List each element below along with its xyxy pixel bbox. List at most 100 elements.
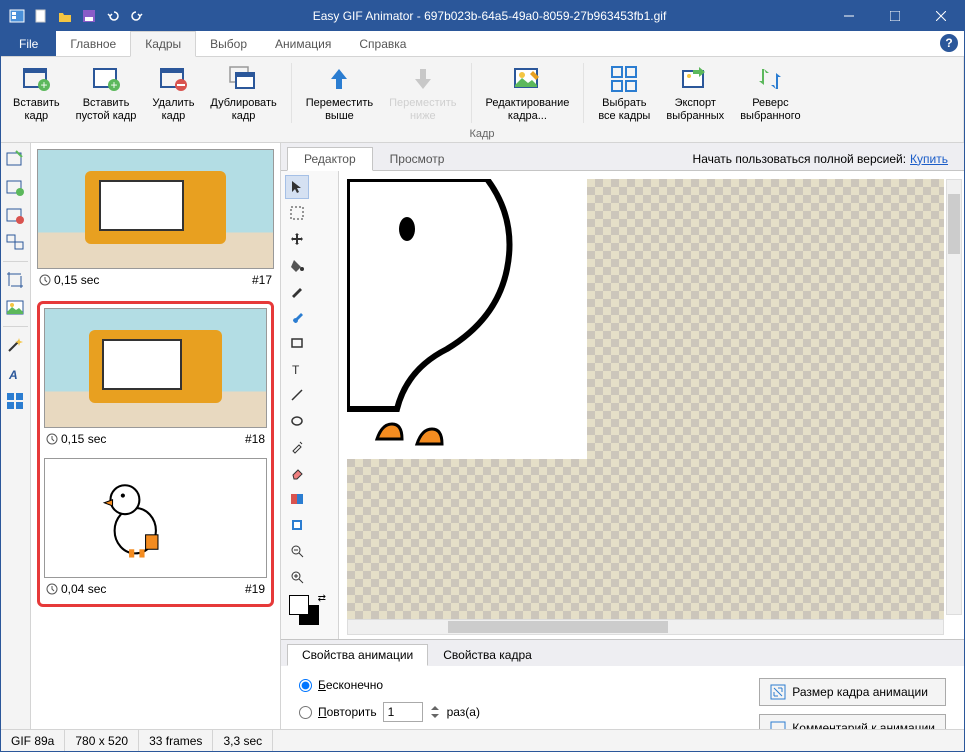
lt-text-icon[interactable]: A xyxy=(3,361,27,385)
reverse-icon xyxy=(754,63,786,95)
infinite-radio[interactable]: Бесконечно xyxy=(299,678,486,692)
lt-wizard-icon[interactable] xyxy=(3,147,27,171)
move-down-button[interactable]: Переместить ниже xyxy=(381,59,464,127)
insert-blank-frame-button[interactable]: + Вставить пустой кадр xyxy=(68,59,145,127)
infinite-radio-input[interactable] xyxy=(299,679,312,692)
clock-icon xyxy=(46,583,58,595)
lt-add-frame-icon[interactable] xyxy=(3,175,27,199)
ribbon-group-label: Кадр xyxy=(5,127,959,141)
reverse-selected-button[interactable]: Реверс выбранного xyxy=(732,59,808,127)
horizontal-scrollbar[interactable] xyxy=(347,619,944,635)
zoom-in-tool[interactable] xyxy=(285,565,309,589)
frame-index: #17 xyxy=(252,273,272,287)
ribbon-label: Дублировать кадр xyxy=(210,97,276,123)
canvas-content xyxy=(347,179,587,459)
comment-button[interactable]: Комментарий к анимации xyxy=(759,714,946,729)
pencil-tool[interactable] xyxy=(285,279,309,303)
move-down-icon xyxy=(407,63,439,95)
qat-undo-icon[interactable] xyxy=(103,6,123,26)
minimize-button[interactable] xyxy=(826,1,872,31)
svg-text:T: T xyxy=(292,363,300,376)
statusbar: GIF 89a 780 x 520 33 frames 3,3 sec xyxy=(1,729,964,751)
frame-item[interactable]: 0,15 sec #17 xyxy=(37,149,274,291)
qat-redo-icon[interactable] xyxy=(127,6,147,26)
export-selected-button[interactable]: Экспорт выбранных xyxy=(658,59,732,127)
move-tool[interactable] xyxy=(285,227,309,251)
frame-edit-icon xyxy=(511,63,543,95)
tab-animation[interactable]: Анимация xyxy=(261,31,345,56)
frame-insert-icon: + xyxy=(20,63,52,95)
pointer-tool[interactable] xyxy=(285,175,309,199)
lt-remove-frame-icon[interactable] xyxy=(3,203,27,227)
foreground-color[interactable] xyxy=(289,595,309,615)
frame-blank-icon: + xyxy=(90,63,122,95)
svg-text:A: A xyxy=(8,368,18,382)
tab-help[interactable]: Справка xyxy=(345,31,420,56)
frame-delete-icon xyxy=(157,63,189,95)
repeat-count-input[interactable]: 1 xyxy=(383,702,423,722)
tab-editor[interactable]: Редактор xyxy=(287,147,373,171)
effect1-tool[interactable] xyxy=(285,487,309,511)
brush-tool[interactable] xyxy=(285,305,309,329)
export-icon xyxy=(679,63,711,95)
qat-open-icon[interactable] xyxy=(55,6,75,26)
eyedropper-tool[interactable] xyxy=(285,435,309,459)
lt-grid-icon[interactable] xyxy=(3,389,27,413)
frames-panel[interactable]: 0,15 sec #17 0,15 sec #18 0,04 sec #19 xyxy=(31,143,281,729)
marquee-tool[interactable] xyxy=(285,201,309,225)
qat-app-icon[interactable] xyxy=(7,6,27,26)
rect-tool[interactable] xyxy=(285,331,309,355)
lt-frames-icon[interactable] xyxy=(3,231,27,255)
fill-tool[interactable] xyxy=(285,253,309,277)
help-icon[interactable]: ? xyxy=(940,34,958,52)
buy-link[interactable]: Купить xyxy=(910,152,948,166)
maximize-button[interactable] xyxy=(872,1,918,31)
canvas[interactable] xyxy=(339,171,964,639)
effect2-tool[interactable] xyxy=(285,513,309,537)
tab-main[interactable]: Главное xyxy=(56,31,130,56)
tab-selection[interactable]: Выбор xyxy=(196,31,261,56)
tab-frame-props[interactable]: Свойства кадра xyxy=(428,644,547,666)
vertical-scrollbar[interactable] xyxy=(946,179,962,615)
clock-icon xyxy=(39,274,51,286)
resize-icon xyxy=(770,684,786,700)
lt-crop-icon[interactable] xyxy=(3,268,27,292)
frame-time: 0,15 sec xyxy=(39,273,99,287)
duplicate-frame-button[interactable]: Дублировать кадр xyxy=(202,59,284,127)
clock-icon xyxy=(46,433,58,445)
spinner-arrows-icon[interactable] xyxy=(429,702,441,722)
close-button[interactable] xyxy=(918,1,964,31)
zoom-out-tool[interactable] xyxy=(285,539,309,563)
ribbon-tabs: File Главное Кадры Выбор Анимация Справк… xyxy=(1,31,964,57)
eraser-tool[interactable] xyxy=(285,461,309,485)
text-tool[interactable]: T xyxy=(285,357,309,381)
editor-tabs: Редактор Просмотр Начать пользоваться по… xyxy=(281,143,964,171)
window-title: Easy GIF Animator - 697b023b-64a5-49a0-8… xyxy=(153,9,826,23)
color-swatches[interactable]: ⇄ xyxy=(285,591,334,635)
tab-preview[interactable]: Просмотр xyxy=(373,147,462,170)
frame-thumbnail xyxy=(37,149,274,269)
lt-image-icon[interactable] xyxy=(3,296,27,320)
select-all-frames-button[interactable]: Выбрать все кадры xyxy=(590,59,658,127)
move-up-button[interactable]: Переместить выше xyxy=(298,59,381,127)
qat-save-icon[interactable] xyxy=(79,6,99,26)
frame-time: 0,04 sec xyxy=(46,582,106,596)
ellipse-tool[interactable] xyxy=(285,409,309,433)
frame-index: #19 xyxy=(245,582,265,596)
edit-frame-button[interactable]: Редактирование кадра... xyxy=(478,59,578,127)
tab-frames[interactable]: Кадры xyxy=(130,31,196,57)
frame-size-button[interactable]: Размер кадра анимации xyxy=(759,678,946,706)
repeat-radio-input[interactable] xyxy=(299,706,312,719)
tab-animation-props[interactable]: Свойства анимации xyxy=(287,644,428,666)
swap-colors-icon[interactable]: ⇄ xyxy=(318,593,326,604)
qat-new-icon[interactable] xyxy=(31,6,51,26)
lt-magic-icon[interactable] xyxy=(3,333,27,357)
line-tool[interactable] xyxy=(285,383,309,407)
repeat-radio[interactable]: Повторить 1 раз(а) xyxy=(299,702,486,722)
frame-item-selected[interactable]: 0,15 sec #18 0,04 sec #19 xyxy=(37,301,274,607)
delete-frame-button[interactable]: Удалить кадр xyxy=(144,59,202,127)
trial-message: Начать пользоваться полной версией: Купи… xyxy=(461,147,958,170)
file-tab[interactable]: File xyxy=(1,31,56,56)
ribbon-label: Выбрать все кадры xyxy=(598,97,650,123)
insert-frame-button[interactable]: + Вставить кадр xyxy=(5,59,68,127)
